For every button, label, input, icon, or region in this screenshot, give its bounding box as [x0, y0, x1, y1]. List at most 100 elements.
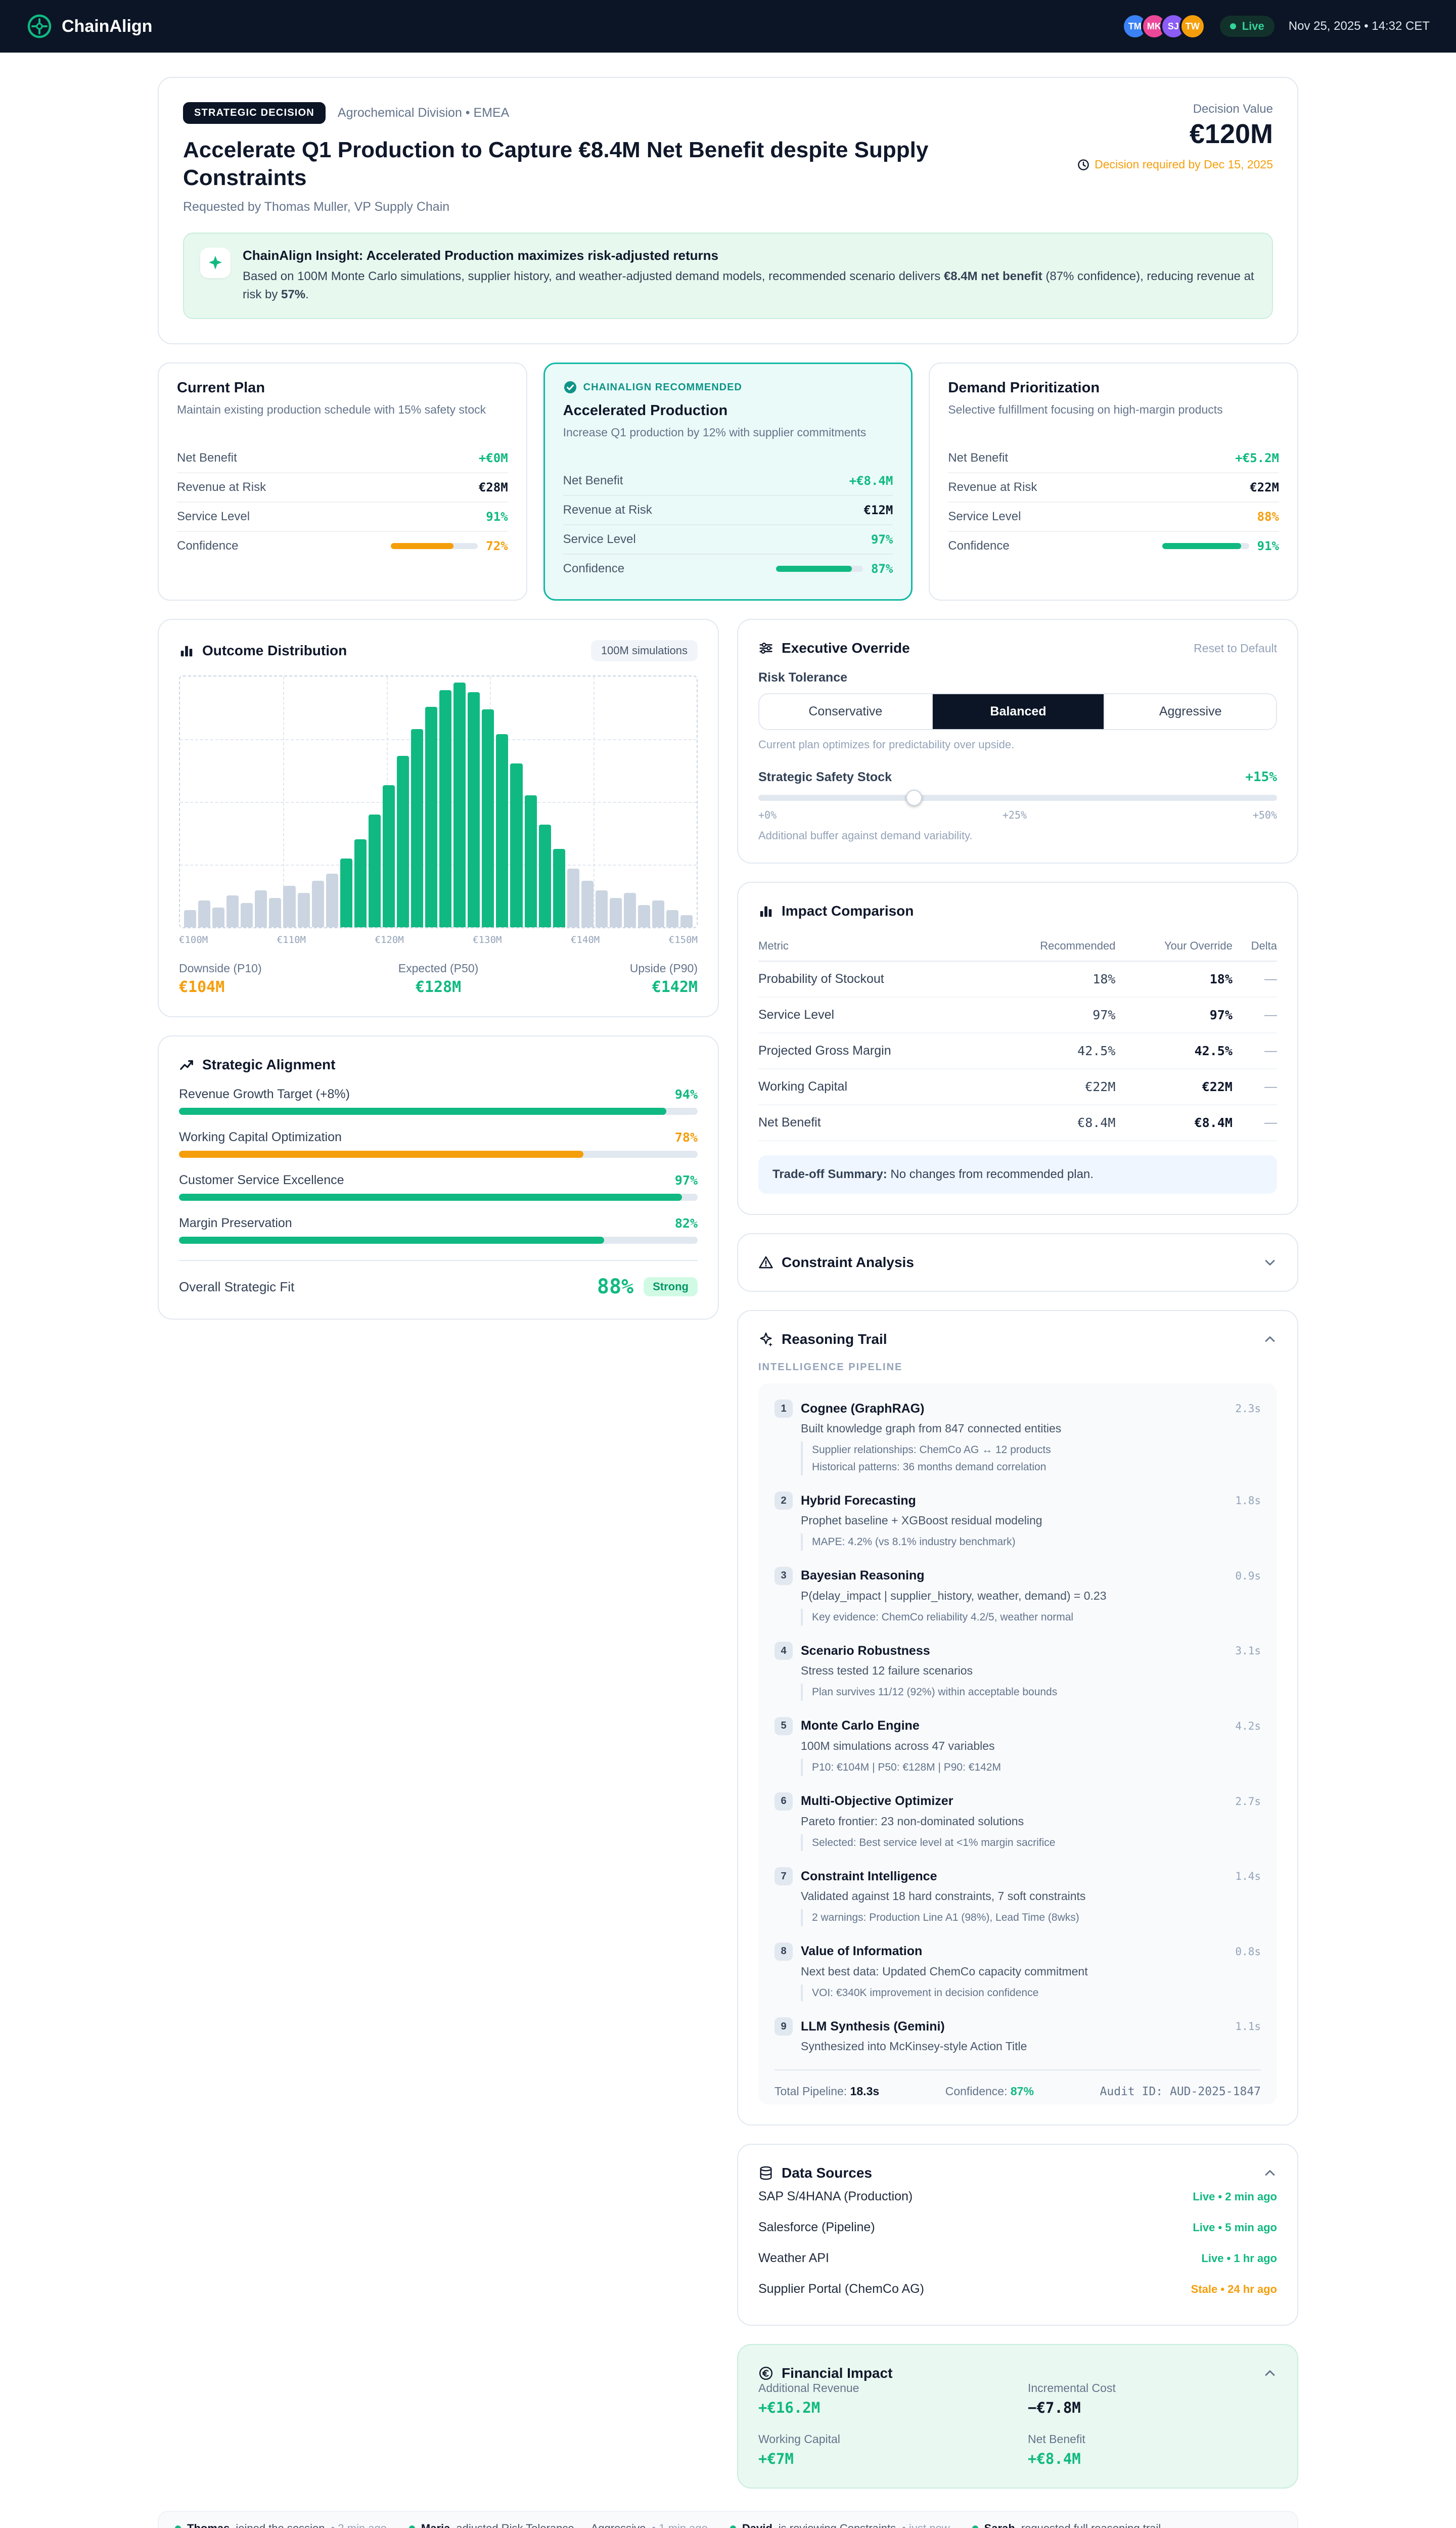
card-title: Impact Comparison — [782, 903, 1277, 919]
histogram-bar — [383, 785, 395, 927]
alignment-row: Margin Preservation82% — [179, 1216, 698, 1244]
bar-chart-icon — [179, 643, 194, 658]
metric-label: Confidence — [948, 539, 1154, 553]
deadline-text: Decision required by Dec 15, 2025 — [1095, 158, 1273, 171]
safety-stock-caption: Additional buffer against demand variabi… — [758, 829, 1277, 842]
insight-banner: ChainAlign Insight: Accelerated Producti… — [183, 233, 1273, 319]
metric-value: +€8.4M — [849, 474, 893, 488]
alignment-row: Customer Service Excellence97% — [179, 1173, 698, 1201]
reset-to-default-link[interactable]: Reset to Default — [1194, 642, 1277, 655]
scenario-description: Increase Q1 production by 12% with suppl… — [563, 424, 893, 455]
scenario-card-recommended[interactable]: CHAINALIGN RECOMMENDED Accelerated Produ… — [543, 363, 913, 601]
data-source-row: Weather APILive • 1 hr ago — [758, 2243, 1277, 2274]
x-axis-labels: €100M€110M€120M€130M€140M€150M — [179, 934, 698, 945]
histogram-bar — [525, 795, 537, 927]
activity-item: Mariaadjusted Risk Tolerance → Aggressiv… — [409, 2522, 708, 2528]
risk-option-balanced[interactable]: Balanced — [932, 694, 1104, 729]
euro-icon — [758, 2366, 774, 2381]
activity-item: Thomasjoined the session• 2 min ago — [175, 2522, 387, 2528]
safety-stock-slider[interactable] — [758, 795, 1277, 801]
pipeline-footer: Total Pipeline: 18.3s Confidence: 87% Au… — [775, 2069, 1261, 2098]
data-sources-card: Data Sources SAP S/4HANA (Production)Liv… — [737, 2144, 1298, 2326]
activity-dot-icon — [409, 2525, 415, 2528]
histogram-bar — [510, 763, 522, 927]
brand[interactable]: ChainAlign — [26, 13, 152, 39]
chevron-up-icon — [1263, 2166, 1277, 2180]
tradeoff-summary: Trade-off Summary: No changes from recom… — [758, 1155, 1277, 1194]
histogram-bar — [184, 910, 196, 927]
overall-strategic-fit: Overall Strategic Fit 88% Strong — [179, 1260, 698, 1298]
histogram-bar — [439, 690, 451, 927]
activity-item: Sarahrequested full reasoning trail — [972, 2522, 1167, 2528]
stat-upside: Upside (P90) €142M — [525, 962, 698, 996]
histogram-bar — [453, 683, 466, 927]
sliders-icon — [758, 641, 774, 656]
financial-metric: Additional Revenue+€16.2M — [758, 2381, 1008, 2416]
confidence-bar — [1162, 543, 1249, 549]
risk-option-aggressive[interactable]: Aggressive — [1104, 694, 1276, 729]
strategic-decision-badge: STRATEGIC DECISION — [183, 102, 326, 124]
chevron-up-icon — [1263, 1332, 1277, 1346]
metric-value: 97% — [871, 532, 893, 547]
histogram-bar — [354, 839, 367, 927]
activity-dot-icon — [730, 2525, 736, 2528]
scenario-title: Accelerated Production — [563, 402, 893, 419]
safety-stock-value: +15% — [1245, 770, 1277, 785]
histogram-bar — [496, 734, 508, 927]
financial-impact-header[interactable]: Financial Impact — [758, 2365, 1277, 2381]
outcome-histogram — [179, 675, 698, 928]
financial-metric: Incremental Cost−€7.8M — [1028, 2381, 1277, 2416]
scenario-card-current-plan[interactable]: Current Plan Maintain existing productio… — [158, 363, 527, 601]
constraint-analysis-card: Constraint Analysis — [737, 1233, 1298, 1292]
logo-icon — [26, 13, 53, 39]
histogram-bar — [482, 709, 494, 927]
scenario-title: Demand Prioritization — [948, 380, 1279, 396]
pipeline-step: 8Value of Information0.8s Next best data… — [775, 1943, 1261, 2002]
executive-override-card: Executive Override Reset to Default Risk… — [737, 619, 1298, 864]
histogram-bar — [312, 881, 324, 927]
safety-stock-label: Strategic Safety Stock — [758, 770, 892, 785]
data-sources-header[interactable]: Data Sources — [758, 2165, 1277, 2181]
decision-header-card: STRATEGIC DECISION Agrochemical Division… — [158, 77, 1298, 344]
histogram-bar — [539, 825, 551, 927]
deadline: Decision required by Dec 15, 2025 — [1077, 158, 1273, 171]
histogram-bar — [198, 900, 210, 927]
pipeline-step: 6Multi-Objective Optimizer2.7s Pareto fr… — [775, 1792, 1261, 1852]
risk-option-conservative[interactable]: Conservative — [759, 694, 932, 729]
card-title: Outcome Distribution — [202, 643, 583, 659]
activity-dot-icon — [175, 2525, 181, 2528]
histogram-bar — [241, 903, 253, 927]
simulations-badge: 100M simulations — [591, 640, 698, 661]
card-title: Executive Override — [782, 640, 1186, 656]
pipeline-step: 3Bayesian Reasoning0.9s P(delay_impact |… — [775, 1567, 1261, 1626]
histogram-bar — [624, 893, 636, 927]
live-dot-icon — [1230, 23, 1236, 29]
reasoning-trail-header[interactable]: Reasoning Trail — [758, 1331, 1277, 1347]
slider-thumb[interactable] — [906, 790, 922, 806]
sparkle-icon — [200, 248, 231, 278]
metric-label: Confidence — [177, 539, 383, 553]
constraint-analysis-header[interactable]: Constraint Analysis — [758, 1254, 1277, 1271]
histogram-bar — [397, 756, 409, 927]
activity-feed: Thomasjoined the session• 2 min ago Mari… — [158, 2511, 1298, 2528]
chevron-up-icon — [1263, 2366, 1277, 2380]
avatar[interactable]: TW — [1179, 13, 1206, 39]
pipeline-step: 5Monte Carlo Engine4.2s 100M simulations… — [775, 1717, 1261, 1776]
scenario-card-demand-prioritization[interactable]: Demand Prioritization Selective fulfillm… — [929, 363, 1298, 601]
histogram-bar — [255, 890, 267, 927]
scenario-cards: Current Plan Maintain existing productio… — [158, 363, 1298, 601]
insight-title: ChainAlign Insight: Accelerated Producti… — [243, 248, 1256, 263]
metric-value: 87% — [871, 562, 893, 576]
bar-chart-icon — [758, 904, 774, 919]
metric-label: Net Benefit — [177, 451, 471, 465]
scenario-description: Maintain existing production schedule wi… — [177, 401, 508, 432]
table-row: Working Capital€22M€22M— — [758, 1069, 1277, 1105]
pipeline-step: 7Constraint Intelligence1.4s Validated a… — [775, 1867, 1261, 1926]
histogram-bar — [425, 707, 437, 927]
metric-value: €28M — [479, 480, 508, 494]
metric-value: €22M — [1250, 480, 1279, 494]
clock-icon — [1077, 159, 1089, 171]
histogram-bar — [326, 874, 338, 927]
activity-item: Davidis reviewing Constraints• just now — [730, 2522, 950, 2528]
activity-dot-icon — [972, 2525, 978, 2528]
